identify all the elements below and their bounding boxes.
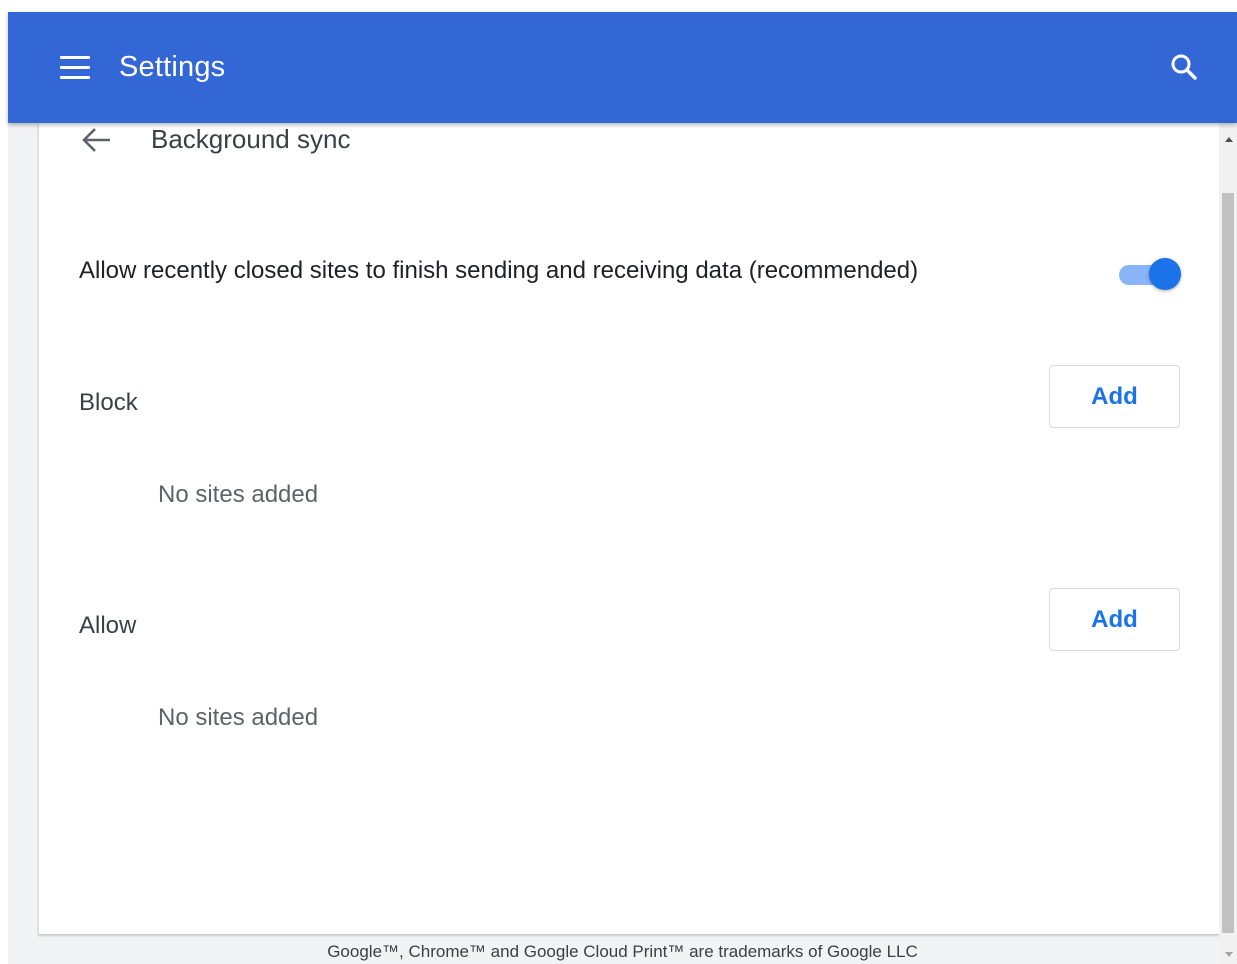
settings-toolbar: Settings	[8, 12, 1237, 123]
add-block-site-button[interactable]: Add	[1049, 365, 1180, 428]
scroll-up-arrow-icon[interactable]	[1225, 137, 1233, 142]
allow-section-label: Allow	[79, 612, 137, 639]
scrollbar-thumb[interactable]	[1222, 193, 1234, 933]
settings-card: Background sync Allow recently closed si…	[38, 123, 1219, 935]
background-sync-setting-row: Allow recently closed sites to finish se…	[39, 248, 1220, 298]
hamburger-menu-icon[interactable]	[58, 52, 94, 84]
block-empty-message: No sites added	[158, 481, 319, 508]
subpage-title: Background sync	[151, 124, 351, 154]
search-icon[interactable]	[1164, 48, 1204, 88]
vertical-scrollbar[interactable]	[1219, 123, 1237, 964]
block-section-label: Block	[79, 389, 138, 416]
setting-label: Allow recently closed sites to finish se…	[79, 257, 919, 284]
background-sync-toggle[interactable]	[1119, 257, 1182, 290]
page-title: Settings	[119, 51, 226, 83]
toggle-knob	[1149, 258, 1181, 290]
allow-empty-message: No sites added	[158, 704, 319, 731]
back-arrow-icon[interactable]	[79, 125, 115, 155]
trademark-footer: Google™, Chrome™ and Google Cloud Print™…	[327, 942, 918, 961]
scroll-down-arrow-icon[interactable]	[1225, 952, 1233, 957]
add-allow-site-button[interactable]: Add	[1049, 588, 1180, 651]
